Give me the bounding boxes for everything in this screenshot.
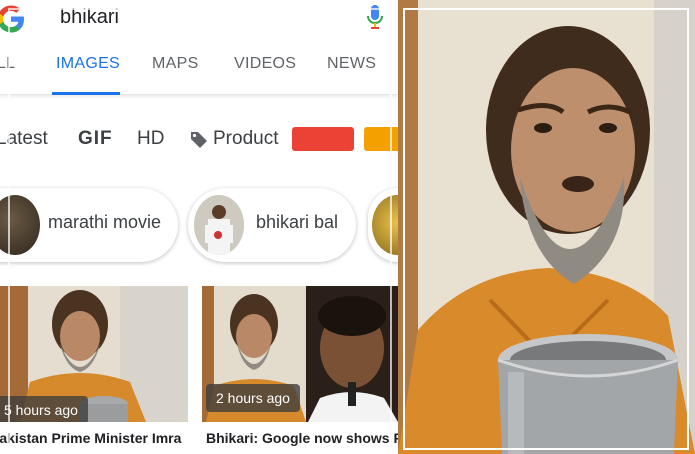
color-filter-red[interactable] bbox=[292, 127, 354, 151]
result-caption[interactable]: Bhikari: Google now shows P bbox=[206, 430, 398, 446]
search-bar[interactable]: bhikari bbox=[0, 0, 398, 40]
featured-photo-beggar bbox=[398, 0, 695, 454]
filter-bar: Latest GIF HD Product bbox=[0, 118, 398, 162]
time-badge: 5 hours ago bbox=[0, 396, 88, 422]
tab-maps[interactable]: MAPS bbox=[152, 55, 199, 73]
chip-thumbnail bbox=[372, 195, 398, 255]
filter-hd[interactable]: HD bbox=[137, 128, 164, 150]
active-tab-indicator bbox=[52, 92, 120, 95]
image-result-2[interactable]: 2 hours ago bbox=[202, 286, 398, 422]
tab-videos[interactable]: VIDEOS bbox=[234, 55, 296, 73]
search-tabs: ALL IMAGES MAPS VIDEOS NEWS bbox=[0, 48, 398, 95]
google-logo-icon bbox=[0, 5, 24, 33]
tab-news[interactable]: NEWS bbox=[327, 55, 376, 73]
chip-thumbnail bbox=[194, 195, 244, 255]
tab-all[interactable]: ALL bbox=[0, 55, 15, 73]
tab-images[interactable]: IMAGES bbox=[56, 55, 120, 73]
filter-product[interactable]: Product bbox=[213, 128, 278, 150]
related-searches: marathi movie bhikari bal bbox=[0, 184, 398, 268]
filter-gif[interactable]: GIF bbox=[78, 128, 113, 150]
chip-more[interactable] bbox=[368, 188, 398, 262]
chip-bhikari-bal[interactable]: bhikari bal bbox=[188, 188, 356, 262]
chip-label: marathi movie bbox=[48, 212, 162, 232]
chip-marathi-movie[interactable]: marathi movie bbox=[0, 188, 178, 262]
result-caption[interactable]: Pakistan Prime Minister Imra bbox=[0, 430, 181, 446]
time-badge: 2 hours ago bbox=[206, 384, 300, 412]
microphone-icon[interactable] bbox=[364, 3, 386, 33]
tag-icon bbox=[191, 132, 207, 148]
chip-thumbnail bbox=[0, 195, 40, 255]
google-images-screenshot: bhikari ALL IMAGES MAPS VIDEOS NEWS Late… bbox=[0, 0, 398, 454]
color-filter-orange[interactable] bbox=[364, 127, 398, 151]
search-query-text[interactable]: bhikari bbox=[60, 6, 119, 29]
filter-latest[interactable]: Latest bbox=[0, 128, 48, 150]
image-result-1[interactable]: 5 hours ago bbox=[0, 286, 188, 422]
chip-label: bhikari bal bbox=[256, 212, 339, 232]
featured-photo-panel bbox=[398, 0, 695, 454]
